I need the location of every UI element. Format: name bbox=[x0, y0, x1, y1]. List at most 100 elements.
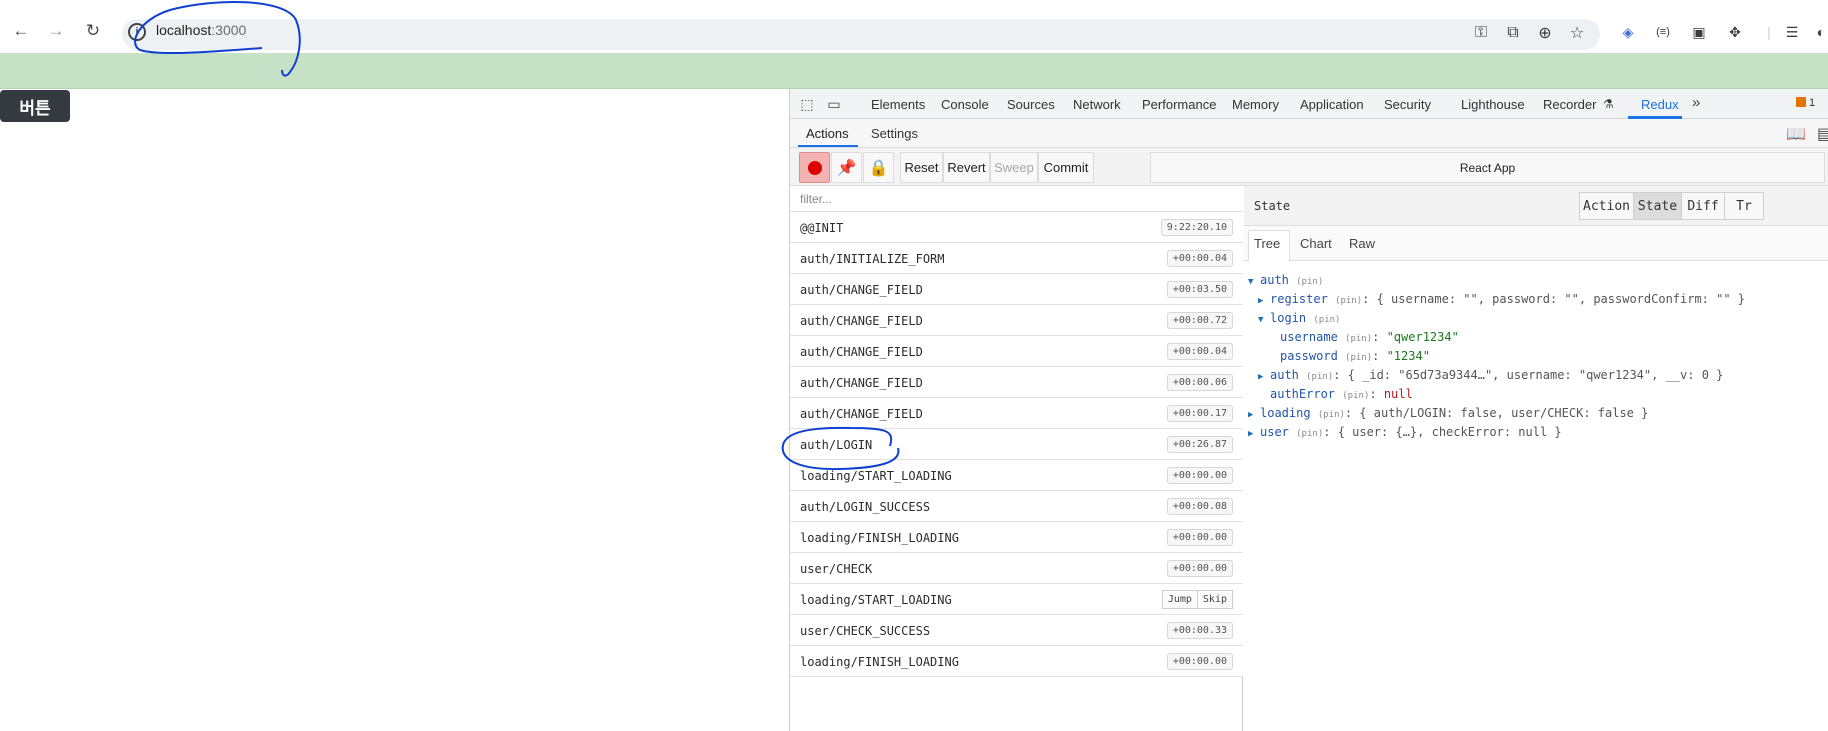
action-row[interactable]: auth/CHANGE_FIELD +00:00.04 bbox=[790, 336, 1243, 367]
pin-label[interactable]: (pin) bbox=[1318, 410, 1345, 420]
action-row[interactable]: user/CHECK_SUCCESS +00:00.33 bbox=[790, 615, 1243, 646]
tree-leaf-username[interactable]: username (pin): "qwer1234" bbox=[1280, 329, 1459, 345]
tab-redux[interactable]: Redux bbox=[1641, 97, 1679, 112]
action-row[interactable]: auth/LOGIN +00:26.87 bbox=[790, 429, 1243, 460]
back-arrow-icon[interactable]: ← bbox=[10, 20, 32, 42]
page-button[interactable]: 버튼 bbox=[0, 90, 70, 122]
action-timestamp: +00:03.50 bbox=[1166, 281, 1233, 298]
view-tab-chart[interactable]: Chart bbox=[1300, 236, 1332, 251]
redux-toolbar: 📌 🔒 Reset Revert Sweep Commit React App bbox=[790, 148, 1828, 186]
reset-button[interactable]: Reset bbox=[900, 152, 943, 183]
tree-node-register[interactable]: ▶ register (pin): { username: "", passwor… bbox=[1258, 291, 1745, 307]
node-summary: { user: {…}, checkError: null } bbox=[1337, 425, 1562, 439]
zoom-icon[interactable]: ⊕ bbox=[1534, 22, 1556, 44]
star-icon[interactable]: ☆ bbox=[1566, 22, 1588, 44]
tree-leaf-password[interactable]: password (pin): "1234" bbox=[1280, 348, 1430, 364]
action-name: auth/CHANGE_FIELD bbox=[800, 407, 923, 421]
skip-button[interactable]: Skip bbox=[1197, 590, 1233, 609]
action-name: loading/FINISH_LOADING bbox=[800, 655, 959, 669]
tab-console[interactable]: Console bbox=[941, 97, 989, 112]
segment-diff[interactable]: Diff bbox=[1681, 192, 1725, 220]
reload-icon[interactable]: ↻ bbox=[82, 20, 104, 42]
extension-icon-2[interactable]: (≡) bbox=[1652, 21, 1674, 43]
tab-lighthouse[interactable]: Lighthouse bbox=[1461, 97, 1525, 112]
tab-network[interactable]: Network bbox=[1073, 97, 1121, 112]
action-row[interactable]: loading/START_LOADING +00:00.00 bbox=[790, 460, 1243, 491]
device-toolbar-icon[interactable]: ▭ bbox=[825, 95, 843, 113]
tree-node-user[interactable]: ▶ user (pin): { user: {…}, checkError: nu… bbox=[1248, 424, 1562, 440]
extension-icon[interactable]: ◈ bbox=[1617, 21, 1639, 43]
tree-node-login[interactable]: ▼ login (pin) bbox=[1258, 310, 1340, 326]
action-row[interactable]: auth/INITIALIZE_FORM +00:00.04 bbox=[790, 243, 1243, 274]
node-key: user bbox=[1260, 425, 1289, 439]
tab-elements[interactable]: Elements bbox=[871, 97, 925, 112]
pin-icon[interactable]: 📌 bbox=[831, 152, 862, 183]
site-info-icon[interactable]: i bbox=[128, 23, 146, 41]
segment-action[interactable]: Action bbox=[1579, 192, 1634, 220]
segment-trace[interactable]: Tr bbox=[1724, 192, 1764, 220]
action-row[interactable]: loading/FINISH_LOADING +00:00.00 bbox=[790, 646, 1243, 677]
view-tab-tree[interactable]: Tree bbox=[1254, 236, 1281, 251]
instance-selector[interactable]: React App bbox=[1150, 152, 1825, 183]
collapsed-arrow-icon: ▶ bbox=[1258, 296, 1264, 306]
pin-label[interactable]: (pin) bbox=[1296, 277, 1323, 287]
pin-label[interactable]: (pin) bbox=[1342, 391, 1369, 401]
open-external-icon[interactable]: ⧉ bbox=[1502, 22, 1524, 44]
chat-icon[interactable]: ▤ bbox=[1817, 124, 1828, 144]
record-button[interactable] bbox=[799, 152, 830, 183]
profile-icon[interactable]: ◐ bbox=[1810, 21, 1828, 43]
action-row[interactable]: loading/START_LOADING Jump Skip bbox=[790, 584, 1243, 615]
pin-label[interactable]: (pin) bbox=[1296, 429, 1323, 439]
sweep-button[interactable]: Sweep bbox=[990, 152, 1038, 183]
forward-arrow-icon[interactable]: → bbox=[45, 20, 67, 42]
subtab-actions[interactable]: Actions bbox=[806, 126, 849, 141]
commit-button[interactable]: Commit bbox=[1038, 152, 1094, 183]
subtab-settings[interactable]: Settings bbox=[871, 126, 918, 141]
extension-icon-3[interactable]: ▣ bbox=[1688, 21, 1710, 43]
revert-button[interactable]: Revert bbox=[943, 152, 990, 183]
tab-security[interactable]: Security bbox=[1384, 97, 1431, 112]
address-bar[interactable] bbox=[122, 19, 1600, 50]
key-icon[interactable]: ⚿ bbox=[1470, 22, 1492, 44]
tab-application[interactable]: Application bbox=[1300, 97, 1364, 112]
action-timestamp: +00:00.00 bbox=[1166, 467, 1233, 484]
inspect-element-icon[interactable]: ⬚ bbox=[798, 95, 816, 113]
tab-recorder[interactable]: Recorder bbox=[1543, 97, 1596, 112]
action-row[interactable]: auth/CHANGE_FIELD +00:00.72 bbox=[790, 305, 1243, 336]
reading-list-icon[interactable]: ☰ bbox=[1781, 21, 1803, 43]
node-value: "1234" bbox=[1386, 349, 1430, 363]
pin-label[interactable]: (pin) bbox=[1313, 315, 1340, 325]
action-row[interactable]: auth/CHANGE_FIELD +00:00.06 bbox=[790, 367, 1243, 398]
tree-leaf-autherror[interactable]: authError (pin): null bbox=[1270, 386, 1413, 402]
action-row[interactable]: loading/FINISH_LOADING +00:00.00 bbox=[790, 522, 1243, 553]
expanded-arrow-icon: ▼ bbox=[1258, 315, 1264, 325]
tree-node-auth-inner[interactable]: ▶ auth (pin): { _id: "65d73a9344…", usern… bbox=[1258, 367, 1723, 383]
segment-state[interactable]: State bbox=[1633, 192, 1682, 220]
jump-button[interactable]: Jump bbox=[1161, 590, 1198, 609]
pin-label[interactable]: (pin) bbox=[1306, 372, 1333, 382]
filter-input[interactable] bbox=[790, 186, 1243, 211]
puzzle-icon[interactable]: ✥ bbox=[1724, 21, 1746, 43]
issues-icon bbox=[1796, 97, 1806, 107]
more-tabs-icon[interactable]: » bbox=[1692, 94, 1700, 111]
url-text[interactable]: localhost:3000 bbox=[156, 22, 246, 38]
tab-sources[interactable]: Sources bbox=[1007, 97, 1055, 112]
tab-memory[interactable]: Memory bbox=[1232, 97, 1279, 112]
action-row[interactable]: user/CHECK +00:00.00 bbox=[790, 553, 1243, 584]
book-icon[interactable]: 📖 bbox=[1786, 124, 1806, 144]
action-row[interactable]: @@INIT 9:22:20.10 bbox=[790, 212, 1243, 243]
view-tab-raw[interactable]: Raw bbox=[1349, 236, 1375, 251]
tree-node-loading[interactable]: ▶ loading (pin): { auth/LOGIN: false, use… bbox=[1248, 405, 1648, 421]
pin-label[interactable]: (pin) bbox=[1335, 296, 1362, 306]
action-row[interactable]: auth/LOGIN_SUCCESS +00:00.08 bbox=[790, 491, 1243, 522]
tab-performance[interactable]: Performance bbox=[1142, 97, 1216, 112]
pin-label[interactable]: (pin) bbox=[1345, 353, 1372, 363]
action-row[interactable]: auth/CHANGE_FIELD +00:03.50 bbox=[790, 274, 1243, 305]
tree-node-auth[interactable]: ▼ auth (pin) bbox=[1248, 272, 1323, 288]
issues-badge[interactable]: 1 bbox=[1796, 97, 1815, 109]
node-key: loading bbox=[1260, 406, 1311, 420]
pin-label[interactable]: (pin) bbox=[1345, 334, 1372, 344]
action-row[interactable]: auth/CHANGE_FIELD +00:00.17 bbox=[790, 398, 1243, 429]
node-summary: { username: "", password: "", passwordCo… bbox=[1376, 292, 1746, 306]
lock-icon[interactable]: 🔒 bbox=[863, 152, 894, 183]
